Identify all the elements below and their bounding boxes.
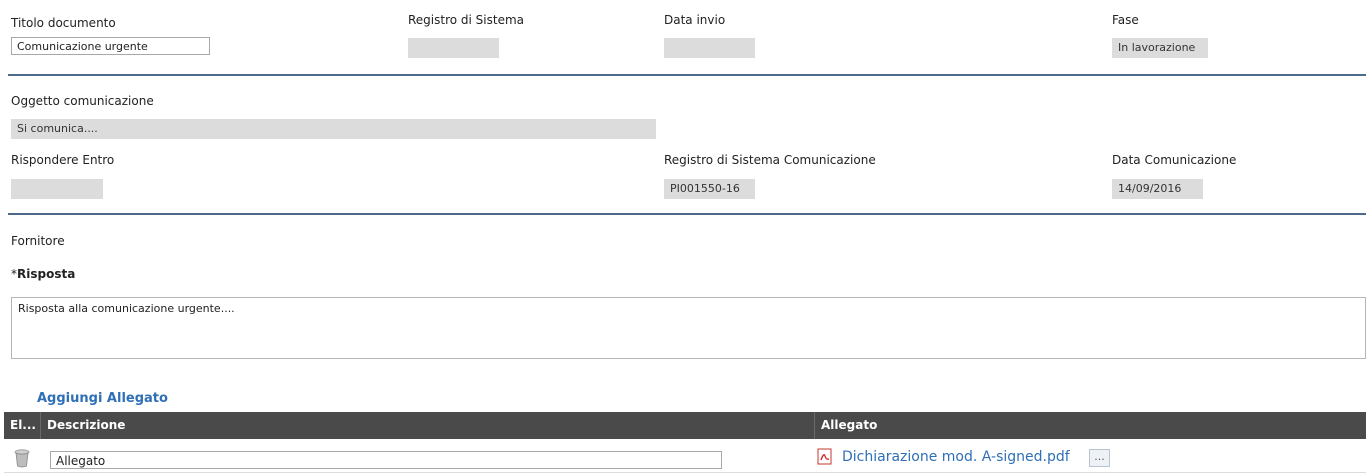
rispondere-entro-field bbox=[11, 179, 103, 199]
column-header-elimina[interactable]: El... bbox=[4, 412, 41, 439]
section-divider bbox=[8, 74, 1366, 76]
fase-field: In lavorazione bbox=[1112, 38, 1208, 58]
data-comunicazione-label: Data Comunicazione bbox=[1112, 153, 1237, 167]
registro-sistema-label: Registro di Sistema bbox=[408, 13, 525, 27]
descrizione-input[interactable]: Allegato bbox=[50, 451, 722, 469]
data-comunicazione-field: 14/09/2016 bbox=[1112, 179, 1203, 199]
oggetto-comunicazione-label: Oggetto comunicazione bbox=[11, 94, 154, 108]
fornitore-label: Fornitore bbox=[11, 234, 65, 248]
column-header-allegato[interactable]: Allegato bbox=[815, 412, 1366, 439]
fase-label: Fase bbox=[1112, 13, 1139, 27]
pdf-icon bbox=[817, 448, 833, 465]
trash-icon[interactable] bbox=[13, 448, 31, 468]
oggetto-comunicazione-field: Si comunica.... bbox=[11, 119, 656, 139]
titolo-documento-label: Titolo documento bbox=[11, 16, 116, 30]
data-invio-field bbox=[664, 38, 755, 58]
registro-comunicazione-field: PI001550-16 bbox=[664, 179, 755, 199]
risposta-label-text: Risposta bbox=[17, 267, 76, 281]
section-divider bbox=[8, 213, 1366, 215]
column-header-descrizione[interactable]: Descrizione bbox=[41, 412, 815, 439]
data-invio-label: Data invio bbox=[664, 13, 726, 27]
allegati-table-header: El... Descrizione Allegato bbox=[4, 412, 1366, 439]
aggiungi-allegato-link[interactable]: Aggiungi Allegato bbox=[37, 391, 168, 406]
table-row: Allegato Dichiarazione mod. A-signed.pdf… bbox=[4, 443, 1366, 473]
titolo-documento-input[interactable]: Comunicazione urgente bbox=[11, 37, 210, 55]
risposta-label: *Risposta bbox=[11, 267, 75, 281]
rispondere-entro-label: Rispondere Entro bbox=[11, 153, 115, 167]
registro-sistema-field bbox=[408, 38, 499, 58]
registro-comunicazione-label: Registro di Sistema Comunicazione bbox=[664, 153, 876, 167]
risposta-textarea[interactable]: Risposta alla comunicazione urgente.... bbox=[11, 297, 1366, 359]
allegato-file-link[interactable]: Dichiarazione mod. A-signed.pdf bbox=[842, 449, 1070, 465]
browse-file-button[interactable]: ... bbox=[1089, 449, 1110, 467]
